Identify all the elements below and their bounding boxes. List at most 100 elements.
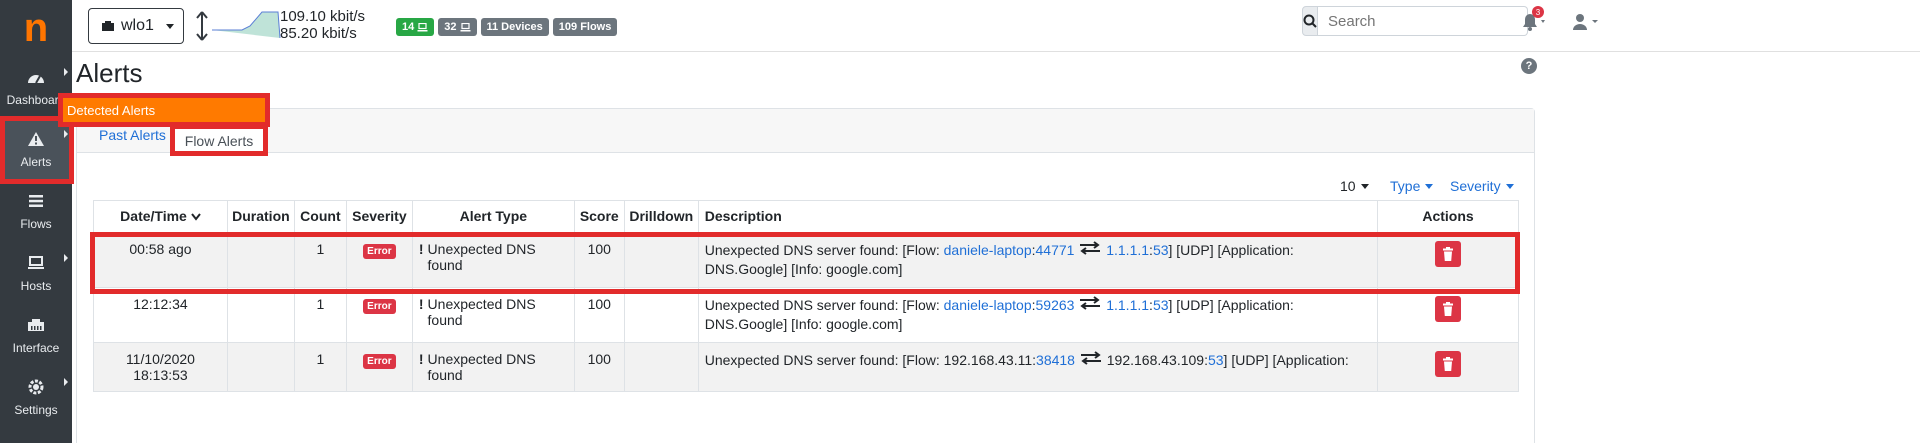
traffic-up-value: 109.10 kbit/s bbox=[280, 8, 366, 25]
dst-port-link[interactable]: 53 bbox=[1153, 297, 1169, 313]
traffic-readout: 109.10 kbit/s 85.20 kbit/s bbox=[280, 8, 365, 42]
badge-count: 32 bbox=[444, 21, 457, 33]
badge-count: 14 bbox=[402, 21, 415, 33]
src-port-link[interactable]: 59263 bbox=[1036, 297, 1075, 313]
src-port-link[interactable]: 38418 bbox=[1036, 352, 1075, 368]
type-filter-label: Type bbox=[1390, 178, 1421, 194]
search-icon[interactable] bbox=[1302, 6, 1318, 36]
column-header-count[interactable]: Count bbox=[293, 200, 347, 233]
sidebar-item-label: Interface bbox=[12, 341, 60, 355]
column-header-alert-type[interactable]: Alert Type bbox=[411, 200, 575, 233]
dst-host-text: 192.168.43.109 bbox=[1106, 352, 1205, 368]
column-header-description[interactable]: Description bbox=[697, 200, 1379, 233]
column-header-label: Date/Time bbox=[120, 208, 187, 224]
logo-glyph: n bbox=[23, 6, 49, 50]
app-root: n Dashboard Alerts Flows Hosts Interface… bbox=[0, 0, 1920, 443]
chevron-down-icon bbox=[1360, 183, 1369, 189]
ethernet-icon bbox=[102, 21, 114, 31]
submenu-detected-alerts[interactable]: Detected Alerts bbox=[58, 93, 270, 127]
cell-description: Unexpected DNS server found: [Flow: dani… bbox=[697, 287, 1379, 343]
desc-prefix: Unexpected DNS server found: [Flow: bbox=[704, 352, 944, 368]
remote-hosts-badge[interactable]: 32 bbox=[438, 18, 477, 36]
dst-port-link[interactable]: 53 bbox=[1208, 352, 1224, 368]
sidebar-item-label: Settings bbox=[14, 403, 58, 417]
laptop-icon bbox=[460, 22, 470, 31]
laptop-icon bbox=[417, 22, 428, 31]
top-navbar: wlo1 109.10 kbit/s 85.20 kbit/s 14 32 11… bbox=[72, 0, 1920, 52]
submenu-caret-icon bbox=[64, 378, 68, 386]
sidebar-item-flows[interactable]: Flows bbox=[0, 180, 72, 242]
devices-badge[interactable]: 11 Devices bbox=[480, 18, 549, 36]
exclamation-icon: ! bbox=[418, 296, 424, 312]
sidebar: n Dashboard Alerts Flows Hosts Interface… bbox=[0, 0, 72, 443]
severity-filter-label: Severity bbox=[1450, 178, 1501, 194]
delete-button[interactable] bbox=[1435, 296, 1461, 322]
exchange-arrows-icon bbox=[1080, 351, 1101, 365]
submenu-caret-icon bbox=[64, 68, 68, 76]
severity-filter-dropdown[interactable]: Severity bbox=[1450, 178, 1514, 194]
src-host-text: 192.168.43.11 bbox=[943, 352, 1033, 368]
tab-past-alerts[interactable]: Past Alerts bbox=[99, 127, 166, 143]
up-down-arrow-icon bbox=[196, 11, 208, 41]
stats-badges: 14 32 11 Devices 109 Flows bbox=[396, 18, 618, 36]
local-hosts-badge[interactable]: 14 bbox=[396, 18, 435, 36]
cell-datetime: 11/10/2020 18:13:53 bbox=[93, 342, 228, 392]
delete-button[interactable] bbox=[1435, 351, 1461, 377]
alert-type-label: Unexpected DNS found bbox=[427, 296, 536, 328]
alerts-table: Date/Time Duration Count Severity Alert … bbox=[93, 200, 1519, 392]
dst-host-link[interactable]: 1.1.1.1 bbox=[1106, 297, 1149, 313]
exchange-arrows-icon bbox=[1080, 296, 1101, 310]
column-header-drilldown[interactable]: Drilldown bbox=[623, 200, 699, 233]
ntopng-logo[interactable]: n bbox=[0, 0, 72, 56]
user-icon[interactable] bbox=[1572, 12, 1602, 32]
sidebar-item-label: Dashboard bbox=[6, 93, 66, 107]
column-header-actions: Actions bbox=[1377, 200, 1519, 233]
traffic-down-value: 85.20 kbit/s bbox=[280, 25, 357, 42]
column-header-severity[interactable]: Severity bbox=[345, 200, 413, 233]
chevron-down-icon bbox=[190, 213, 201, 221]
sidebar-item-settings[interactable]: Settings bbox=[0, 366, 72, 428]
alert-type-label: Unexpected DNS found bbox=[427, 351, 536, 383]
desc-suffix: ] [UDP] [Application: bbox=[1223, 352, 1349, 368]
table-row: 11/10/2020 18:13:53 1 Error ! Unexpected … bbox=[93, 342, 1519, 392]
gauge-icon bbox=[26, 67, 46, 87]
desc-prefix: Unexpected DNS server found: [Flow: bbox=[704, 297, 944, 313]
table-row: 12:12:34 1 Error ! Unexpected DNS found 1… bbox=[93, 287, 1519, 343]
cell-count: 1 bbox=[293, 342, 347, 392]
cell-score: 100 bbox=[573, 342, 625, 392]
sidebar-item-label: Flows bbox=[20, 217, 52, 231]
interface-selector[interactable]: wlo1 bbox=[88, 8, 184, 44]
search-input[interactable] bbox=[1318, 6, 1528, 36]
notification-count-badge: 3 bbox=[1532, 6, 1544, 18]
cell-drilldown bbox=[623, 342, 699, 392]
cell-duration bbox=[226, 342, 295, 392]
page-title: Alerts bbox=[76, 58, 143, 88]
ethernet-icon bbox=[26, 315, 46, 335]
column-header-duration[interactable]: Duration bbox=[226, 200, 295, 233]
severity-badge: Error bbox=[363, 354, 396, 369]
flows-badge[interactable]: 109 Flows bbox=[552, 18, 618, 36]
cell-datetime: 12:12:34 bbox=[93, 287, 228, 343]
submenu-caret-icon bbox=[64, 254, 68, 262]
cell-description: Unexpected DNS server found: [Flow: 192.… bbox=[697, 342, 1379, 392]
cell-actions bbox=[1377, 342, 1519, 392]
cell-duration bbox=[226, 287, 295, 343]
type-filter-dropdown[interactable]: Type bbox=[1390, 178, 1434, 194]
page-size-dropdown[interactable]: 10 bbox=[1340, 178, 1369, 194]
column-header-score[interactable]: Score bbox=[573, 200, 625, 233]
table-header-row: Date/Time Duration Count Severity Alert … bbox=[93, 200, 1519, 233]
help-icon[interactable]: ? bbox=[1521, 58, 1537, 74]
severity-badge: Error bbox=[363, 299, 396, 314]
stream-icon bbox=[26, 191, 46, 211]
cell-drilldown bbox=[623, 287, 699, 343]
highlight-box-flow-alerts-tab bbox=[170, 124, 268, 156]
trash-icon bbox=[1443, 357, 1453, 371]
sidebar-item-hosts[interactable]: Hosts bbox=[0, 242, 72, 304]
sidebar-item-interface[interactable]: Interface bbox=[0, 304, 72, 366]
page-size-value: 10 bbox=[1340, 178, 1356, 194]
gear-icon bbox=[26, 377, 46, 397]
search-box bbox=[1302, 6, 1528, 36]
src-host-link[interactable]: daniele-laptop bbox=[944, 297, 1032, 313]
column-header-datetime[interactable]: Date/Time bbox=[93, 200, 228, 233]
trash-icon bbox=[1443, 302, 1453, 316]
